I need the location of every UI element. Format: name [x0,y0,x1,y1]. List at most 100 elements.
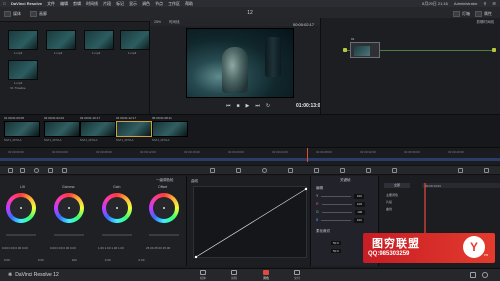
channel-row-g[interactable]: G 100 [316,209,372,215]
media-thumb[interactable] [46,30,76,50]
qualifier-icon[interactable] [236,168,241,173]
timeline-track[interactable] [0,158,500,161]
node-output-dot[interactable] [492,48,496,52]
list-icon[interactable]: ☰ [492,1,496,7]
keyframes-ruler[interactable]: 00:00:13:03 [422,183,500,188]
page-media[interactable]: 媒体 [198,270,208,280]
keyframe-track-label[interactable]: 曲线 [386,207,392,211]
curve-graph[interactable] [193,186,308,259]
skip-forward-icon[interactable]: ⏭ [255,103,260,109]
page-edit[interactable]: 剪辑 [229,270,239,280]
motion-effects-icon[interactable] [62,168,67,173]
loop-icon[interactable]: ↻ [266,103,270,109]
menu-item-mark[interactable]: 标记 [116,1,124,7]
timeline-clip[interactable]: 01 00:01:00:05 MVI1_0F51A [4,116,40,144]
media-thumb[interactable] [84,30,114,50]
app-menu[interactable]: DaVinci Resolve [11,1,42,6]
menu-item-edit[interactable]: 编辑 [60,1,68,7]
lift-master-slider[interactable] [6,234,36,236]
channel-slider[interactable] [321,211,352,213]
pivot-value[interactable]: 0.00 [38,258,44,262]
channel-value[interactable]: 100 [354,201,365,207]
menu-item-timeline[interactable]: 时间线 [86,1,98,7]
media-thumb[interactable] [120,30,150,50]
channel-value[interactable]: 100 [354,193,365,199]
gamma-master-slider[interactable] [54,234,84,236]
inspector-button[interactable]: 属性 [475,10,492,17]
gallery-button[interactable]: 画廊 [30,10,47,17]
channel-slider[interactable] [321,195,352,197]
node-editor[interactable] [320,18,500,114]
channel-row-b[interactable]: B 100 [316,217,372,223]
channel-row-r[interactable]: R 100 [316,201,372,207]
channel-row-y[interactable]: Y 100 [316,193,372,199]
channel-slider[interactable] [321,219,352,221]
offset-master-slider[interactable] [149,234,179,236]
timeline-clip[interactable]: 03 00:01:10:17 MVI1_0F51A [80,116,116,144]
scopes-icon[interactable] [484,168,489,173]
curve-line[interactable] [194,187,308,259]
node-mode-label[interactable]: 剪辑时间线 [477,20,495,25]
keyframes-icon[interactable] [458,168,463,173]
play-icon[interactable]: ▶ [246,103,250,109]
node-input-dot[interactable] [343,48,347,52]
soft-clip-low[interactable]: 50.0 [331,241,341,245]
skip-back-icon[interactable]: ⏮ [226,103,231,109]
channel-slider[interactable] [321,203,352,205]
menu-item-nodes[interactable]: 节点 [155,1,163,7]
menu-item-clip[interactable]: 片段 [103,1,111,7]
key-icon[interactable] [340,168,345,173]
contrast-value[interactable]: 0.00 [4,258,10,262]
gain-master-slider[interactable] [102,234,132,236]
keyframes-filter[interactable]: 全部 [384,183,410,188]
timeline-clip[interactable]: 02 00:01:02:04 MVI1_0F51A [44,116,80,144]
media-thumb[interactable] [8,30,38,50]
project-settings-icon[interactable] [470,272,476,278]
home-icon[interactable] [482,272,488,278]
menu-item-workspace[interactable]: 工作区 [168,1,180,7]
channel-value[interactable]: 100 [354,217,365,223]
window-icon[interactable] [262,168,267,173]
media-pool-button[interactable]: 媒体 [4,10,21,17]
gamma-wheel[interactable] [54,193,84,223]
rgb-mixer-icon[interactable] [48,168,53,173]
lift-wheel[interactable] [6,193,36,223]
keyframe-track-label[interactable]: 片段 [386,200,392,204]
curves-icon[interactable] [210,168,215,173]
soft-clip-high[interactable]: 50.0 [331,249,341,253]
offset-wheel[interactable] [149,193,179,223]
color-wheels-icon[interactable] [34,168,39,173]
video-frame[interactable] [186,28,294,98]
tracker-icon[interactable] [288,168,293,173]
offset-puck[interactable] [163,207,165,209]
channel-value[interactable]: 100 [354,209,365,215]
page-color[interactable]: 调色 [261,270,271,280]
page-deliver[interactable]: 交付 [292,270,302,280]
wheels-mode-label[interactable]: 一级调色轮 [156,178,174,183]
playhead[interactable] [307,148,308,162]
search-icon[interactable]: ⚲ [483,1,486,7]
gamma-puck[interactable] [68,207,70,209]
menu-item-color[interactable]: 调色 [142,1,150,7]
user-name[interactable]: Administrator [454,1,478,7]
camera-raw-icon[interactable] [8,168,13,173]
gain-puck[interactable] [116,207,118,209]
apple-icon[interactable]:  [3,1,6,6]
menu-item-help[interactable]: 帮助 [185,1,193,7]
lum-mix-value[interactable]: 0.00 [139,258,145,262]
color-match-icon[interactable] [20,168,25,173]
stop-icon[interactable]: ■ [237,103,240,109]
3d-icon[interactable] [392,168,397,173]
keyframe-track-label[interactable]: 主要调色 [386,193,398,197]
menu-item-trim[interactable]: 剪辑 [73,1,81,7]
blur-icon[interactable] [314,168,319,173]
gain-wheel[interactable] [102,193,132,223]
saturation-value[interactable]: 100 [72,258,77,262]
corrector-node[interactable] [350,42,380,58]
zoom-level[interactable]: 25% [154,20,161,24]
media-thumb[interactable] [8,60,38,80]
sizing-icon[interactable] [366,168,371,173]
hue-value[interactable]: 0.00 [105,258,111,262]
timeline-clip[interactable]: 05 00:01:08:11 MVI1_0F51A [152,116,188,144]
menu-item-view[interactable]: 显示 [129,1,137,7]
